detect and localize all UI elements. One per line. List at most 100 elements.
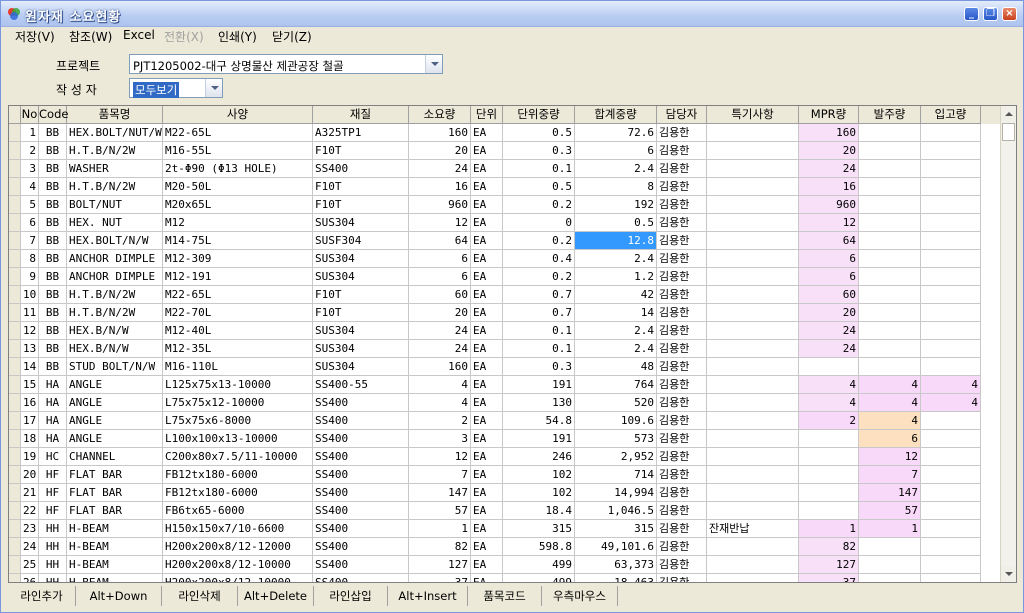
cell-col-manager[interactable]: 김용한 bbox=[657, 304, 707, 322]
cell-col-manager[interactable]: 김용한 bbox=[657, 484, 707, 502]
cell-col-no[interactable]: 19 bbox=[21, 448, 39, 466]
cell-col-receipt[interactable] bbox=[921, 556, 981, 574]
cell-col-manager[interactable]: 김용한 bbox=[657, 160, 707, 178]
cell-col-order[interactable] bbox=[859, 322, 921, 340]
row-selector[interactable] bbox=[9, 340, 21, 358]
cell-col-unit-weight[interactable]: 0.5 bbox=[503, 124, 575, 142]
cell-col-no[interactable]: 2 bbox=[21, 142, 39, 160]
table-row[interactable]: 23 HH H-BEAM H150x150x7/10-6600 SS400 1 EA 315 3… bbox=[9, 520, 1000, 538]
cell-col-unit[interactable]: EA bbox=[471, 394, 503, 412]
cell-col-manager[interactable]: 김용한 bbox=[657, 322, 707, 340]
cell-col-unit-weight[interactable]: 0.1 bbox=[503, 340, 575, 358]
cell-col-spec[interactable]: H200x200x8/12-10000 bbox=[163, 574, 313, 582]
cell-col-spec[interactable]: L75x75x6-8000 bbox=[163, 412, 313, 430]
cell-col-order[interactable]: 12 bbox=[859, 448, 921, 466]
row-selector[interactable] bbox=[9, 412, 21, 430]
cell-col-order[interactable] bbox=[859, 538, 921, 556]
cell-col-spec[interactable]: M20-50L bbox=[163, 178, 313, 196]
cell-col-item-name[interactable]: FLAT BAR bbox=[67, 466, 163, 484]
cell-col-unit[interactable]: EA bbox=[471, 304, 503, 322]
cell-col-spec[interactable]: FB12tx180-6000 bbox=[163, 466, 313, 484]
cell-col-order[interactable] bbox=[859, 214, 921, 232]
cell-col-mpr[interactable]: 16 bbox=[799, 178, 859, 196]
cell-col-order[interactable]: 7 bbox=[859, 466, 921, 484]
table-row[interactable]: 10 BB H.T.B/N/2W M22-65L F10T 60 EA 0.7 42 김용한 60 bbox=[9, 286, 1000, 304]
cell-col-manager[interactable]: 김용한 bbox=[657, 520, 707, 538]
cell-col-no[interactable]: 5 bbox=[21, 196, 39, 214]
cell-col-no[interactable]: 16 bbox=[21, 394, 39, 412]
cell-col-material[interactable]: F10T bbox=[313, 142, 409, 160]
cell-col-manager[interactable]: 김용한 bbox=[657, 232, 707, 250]
cell-col-order[interactable] bbox=[859, 304, 921, 322]
cell-col-unit-weight[interactable]: 0.2 bbox=[503, 268, 575, 286]
table-row[interactable]: 2 BB H.T.B/N/2W M16-55L F10T 20 EA 0.3 6 김용한 20 bbox=[9, 142, 1000, 160]
row-selector[interactable] bbox=[9, 394, 21, 412]
cell-col-code[interactable]: HA bbox=[39, 412, 67, 430]
cell-col-mpr[interactable]: 960 bbox=[799, 196, 859, 214]
cell-col-total-weight[interactable]: 192 bbox=[575, 196, 657, 214]
table-row[interactable]: 20 HF FLAT BAR FB12tx180-6000 SS400 7 EA 102 714… bbox=[9, 466, 1000, 484]
cell-col-mpr[interactable]: 20 bbox=[799, 304, 859, 322]
cell-col-code[interactable]: HA bbox=[39, 430, 67, 448]
cell-col-no[interactable]: 26 bbox=[21, 574, 39, 582]
cell-col-unit[interactable]: EA bbox=[471, 178, 503, 196]
cell-col-material[interactable]: SS400 bbox=[313, 484, 409, 502]
cell-col-mpr[interactable]: 37 bbox=[799, 574, 859, 582]
cell-col-spec[interactable]: H200x200x8/12-10000 bbox=[163, 556, 313, 574]
cell-col-material[interactable]: SS400 bbox=[313, 412, 409, 430]
cell-col-remarks[interactable] bbox=[707, 394, 799, 412]
cell-col-item-name[interactable]: H.T.B/N/2W bbox=[67, 142, 163, 160]
cell-col-code[interactable]: BB bbox=[39, 232, 67, 250]
cell-col-spec[interactable]: H200x200x8/12-12000 bbox=[163, 538, 313, 556]
cell-col-material[interactable]: SUS304 bbox=[313, 214, 409, 232]
cell-col-item-name[interactable]: ANCHOR DIMPLE STUD bbox=[67, 250, 163, 268]
cell-col-manager[interactable]: 김용한 bbox=[657, 124, 707, 142]
cell-col-material[interactable]: SS400 bbox=[313, 502, 409, 520]
cell-col-material[interactable]: A325TP1 bbox=[313, 124, 409, 142]
cell-col-receipt[interactable] bbox=[921, 448, 981, 466]
header-col-material[interactable]: 재질 bbox=[313, 106, 409, 124]
cell-col-spec[interactable]: M22-65L bbox=[163, 124, 313, 142]
cell-col-qty[interactable]: 20 bbox=[409, 304, 471, 322]
cell-col-item-name[interactable]: FLAT BAR bbox=[67, 502, 163, 520]
menu-close[interactable]: 닫기(Z) bbox=[272, 28, 312, 45]
cell-col-unit-weight[interactable]: 0.1 bbox=[503, 160, 575, 178]
cell-col-manager[interactable]: 김용한 bbox=[657, 556, 707, 574]
cell-col-manager[interactable]: 김용한 bbox=[657, 196, 707, 214]
cell-col-unit-weight[interactable]: 0 bbox=[503, 214, 575, 232]
cell-col-item-name[interactable]: BOLT/NUT bbox=[67, 196, 163, 214]
cell-col-code[interactable]: HC bbox=[39, 448, 67, 466]
cell-col-remarks[interactable] bbox=[707, 430, 799, 448]
cell-col-qty[interactable]: 57 bbox=[409, 502, 471, 520]
project-combo[interactable]: PJT1205002-대구 상명물산 제관공장 철골 bbox=[129, 54, 443, 74]
cell-col-code[interactable]: BB bbox=[39, 304, 67, 322]
cell-col-total-weight[interactable]: 714 bbox=[575, 466, 657, 484]
cell-col-qty[interactable]: 16 bbox=[409, 178, 471, 196]
cell-col-total-weight[interactable]: 49,101.6 bbox=[575, 538, 657, 556]
cell-col-remarks[interactable] bbox=[707, 412, 799, 430]
cell-col-total-weight[interactable]: 0.5 bbox=[575, 214, 657, 232]
table-row[interactable]: 7 BB HEX.BOLT/N/W M14-75L SUSF304 64 EA 0.2 12.8… bbox=[9, 232, 1000, 250]
table-row[interactable]: 17 HA ANGLE L75x75x6-8000 SS400 2 EA 54.8 109.6 김… bbox=[9, 412, 1000, 430]
cell-col-total-weight[interactable]: 72.6 bbox=[575, 124, 657, 142]
header-col-qty[interactable]: 소요량 bbox=[409, 106, 471, 124]
cell-col-code[interactable]: BB bbox=[39, 340, 67, 358]
cell-col-manager[interactable]: 김용한 bbox=[657, 412, 707, 430]
cell-col-remarks[interactable] bbox=[707, 376, 799, 394]
cell-col-total-weight[interactable]: 18,463 bbox=[575, 574, 657, 582]
row-selector[interactable] bbox=[9, 448, 21, 466]
row-selector[interactable] bbox=[9, 286, 21, 304]
cell-col-remarks[interactable] bbox=[707, 448, 799, 466]
status-add-line[interactable]: 라인추가 bbox=[8, 586, 76, 606]
cell-col-mpr[interactable]: 24 bbox=[799, 340, 859, 358]
cell-col-total-weight[interactable]: 520 bbox=[575, 394, 657, 412]
cell-col-spec[interactable]: L100x100x13-10000 bbox=[163, 430, 313, 448]
cell-col-unit[interactable]: EA bbox=[471, 160, 503, 178]
cell-col-unit-weight[interactable]: 598.8 bbox=[503, 538, 575, 556]
cell-col-item-name[interactable]: H.T.B/N/2W bbox=[67, 304, 163, 322]
row-selector[interactable] bbox=[9, 466, 21, 484]
cell-col-unit-weight[interactable]: 0.3 bbox=[503, 358, 575, 376]
cell-col-unit[interactable]: EA bbox=[471, 376, 503, 394]
cell-col-remarks[interactable] bbox=[707, 214, 799, 232]
cell-col-total-weight[interactable]: 1.2 bbox=[575, 268, 657, 286]
